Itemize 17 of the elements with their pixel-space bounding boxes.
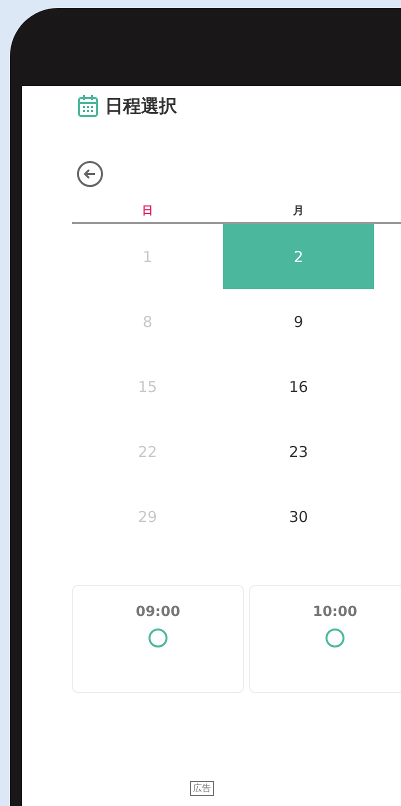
slot-time: 10:00 [312, 604, 358, 620]
slot-time: 09:00 [136, 604, 180, 620]
circle-icon [325, 628, 345, 648]
back-arrow-icon[interactable] [76, 160, 104, 188]
calendar-day[interactable]: 30 [223, 484, 374, 549]
calendar-day[interactable]: 23 [223, 419, 374, 484]
calendar-day[interactable]: 2 [223, 224, 374, 289]
page-title: 日程選択 [105, 95, 177, 118]
calendar-day[interactable]: 16 [223, 354, 374, 419]
calendar-day[interactable]: 9 [223, 289, 374, 354]
circle-icon [148, 628, 168, 648]
time-slot-card[interactable]: 09:00 [72, 585, 244, 693]
ad-label: 広告 [190, 781, 214, 796]
time-slot-card[interactable]: 10:00 [249, 585, 401, 693]
calendar-icon [77, 94, 99, 118]
weekday-label: 日 [141, 202, 154, 218]
weekday-label: 月 [292, 202, 305, 218]
